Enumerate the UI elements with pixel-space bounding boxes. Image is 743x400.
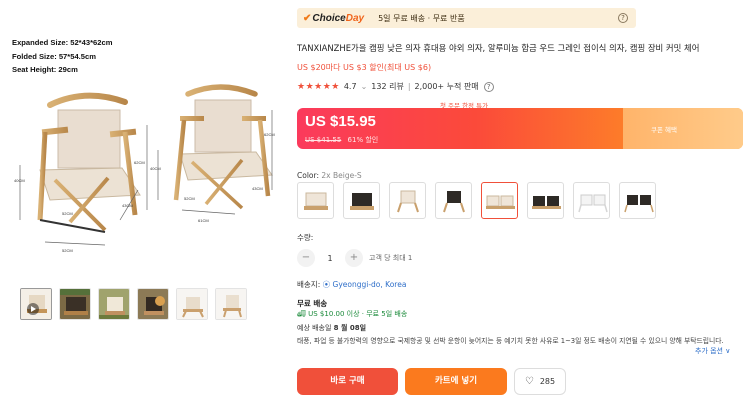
chair-right — [157, 84, 273, 215]
dim-label: 52CM — [62, 248, 73, 253]
color-swatch[interactable] — [297, 182, 334, 219]
wishlist-button[interactable]: ♡ 285 — [514, 368, 566, 395]
free-shipping-text: US $10.00 이상 · 무료 5일 배송 — [308, 310, 408, 318]
color-swatches — [297, 182, 656, 219]
thumbnail-6[interactable] — [215, 288, 247, 320]
thumbnail-video[interactable] — [20, 288, 52, 320]
quantity-minus-button[interactable]: − — [297, 249, 315, 267]
star-rating-icon: ★★★★★ — [297, 81, 340, 92]
current-price: US $15.95 — [305, 113, 376, 130]
more-options-link[interactable]: 추가 옵션 ∨ — [695, 346, 730, 356]
help-icon[interactable]: ? — [618, 13, 628, 23]
discount-percent: 61% 할인 — [347, 136, 379, 144]
quantity-plus-button[interactable]: + — [345, 249, 363, 267]
help-icon[interactable]: ? — [483, 81, 494, 92]
free-shipping-title: 무료 배송 — [297, 299, 328, 308]
rating-score[interactable]: 4.7 — [344, 82, 357, 91]
product-title: TANXIANZHE가을 캠핑 낮은 의자 휴대용 야외 의자, 알루미늄 합금… — [297, 43, 700, 53]
quantity-label: 수량: — [297, 233, 314, 242]
location-pin-icon: ⦿ — [322, 280, 331, 289]
store-promo[interactable]: US $20마다 US $3 할인(최대 US $6) — [297, 62, 431, 73]
choice-day-banner[interactable]: ✔ Choice Day 5일 무료 배송 · 무료 반품 ? — [297, 8, 636, 28]
dim-label: 52CM — [62, 211, 73, 216]
delay-notice: 태풍, 파업 등 불가항력의 영향으로 국제항공 및 선박 운항이 늦어지는 등… — [297, 337, 724, 345]
free-shipping-detail: 🚚︎ US $10.00 이상 · 무료 5일 배송 — [297, 309, 407, 319]
color-label-text: Color: — [297, 171, 319, 180]
arrival-date: 8 월 08일 — [333, 324, 367, 332]
dim-label: 62CM — [264, 132, 275, 137]
wishlist-count: 285 — [539, 377, 556, 386]
original-price-row: US $41.55 61% 할인 — [305, 135, 378, 145]
divider: | — [407, 82, 411, 91]
review-count[interactable]: 132 리뷰 — [371, 81, 404, 92]
quantity-limit: 고객 당 최대 1 — [369, 254, 413, 262]
dim-label: 43CM — [122, 203, 133, 208]
thumbnail-4[interactable] — [137, 288, 169, 320]
choice-day-logo: ✔ Choice Day — [303, 13, 364, 24]
main-product-image[interactable]: 52CM 43CM 62CM 40CM 52CM 61CM 43CM 62CM … — [10, 70, 280, 270]
buy-now-button[interactable]: 바로 구매 — [297, 368, 398, 395]
quantity-stepper: − 1 + 고객 당 최대 1 — [297, 249, 412, 267]
arrival-prefix: 예상 배송일 — [297, 324, 332, 332]
thumbnail-5[interactable] — [176, 288, 208, 320]
thumbnail-strip — [20, 288, 247, 320]
color-swatch[interactable] — [435, 182, 472, 219]
color-swatch-selected[interactable] — [481, 182, 518, 219]
selected-color: 2x Beige-S — [321, 171, 362, 180]
color-swatch[interactable] — [573, 182, 610, 219]
dim-label: 40CM — [150, 166, 161, 171]
choice-benefit-text: 5일 무료 배송 · 무료 반품 — [378, 13, 465, 23]
ship-to-location[interactable]: Gyeonggi-do, Korea — [333, 280, 407, 289]
color-label: Color: 2x Beige-S — [297, 171, 362, 180]
add-to-cart-button[interactable]: 카트에 넣기 — [405, 368, 507, 395]
ship-to-label: 배송지: — [297, 280, 321, 289]
color-swatch[interactable] — [619, 182, 656, 219]
color-swatch[interactable] — [343, 182, 380, 219]
estimated-delivery: 예상 배송일 8 월 08일 — [297, 323, 366, 333]
product-gallery: Expanded Size: 52*43*62cm Folded Size: 5… — [0, 0, 283, 400]
coupon-tab[interactable]: 쿠폰 혜택 — [623, 108, 743, 149]
color-swatch[interactable] — [527, 182, 564, 219]
original-price: US $41.55 — [305, 136, 342, 144]
dim-label: 52CM — [184, 196, 195, 201]
product-info: ✔ Choice Day 5일 무료 배송 · 무료 반품 ? TANXIANZ… — [290, 0, 743, 400]
check-icon: ✔ — [303, 12, 312, 24]
ship-to-row: 배송지: ⦿ Gyeonggi-do, Korea — [297, 279, 406, 290]
price-banner: US $15.95 US $41.55 61% 할인 쿠폰 혜택 — [297, 108, 743, 149]
quantity-value[interactable]: 1 — [315, 254, 345, 263]
truck-icon: 🚚︎ — [297, 310, 306, 318]
thumbnail-3[interactable] — [98, 288, 130, 320]
dim-label: 40CM — [14, 178, 25, 183]
dim-label: 43CM — [252, 186, 263, 191]
heart-icon: ♡ — [524, 376, 534, 387]
choice-logo-part1: Choice — [312, 12, 346, 24]
choice-logo-part2: Day — [345, 12, 365, 24]
spec-folded: Folded Size: 57*54.5cm — [12, 51, 96, 61]
dim-label: 62CM — [134, 160, 145, 165]
color-swatch[interactable] — [389, 182, 426, 219]
sold-count: 2,000+ 누적 판매 — [414, 82, 479, 91]
dim-label: 61CM — [198, 218, 209, 223]
rating-row: ★★★★★ 4.7 ⌄ 132 리뷰 | 2,000+ 누적 판매 ? — [297, 81, 494, 92]
chevron-down-icon[interactable]: ⌄ — [361, 82, 368, 91]
chair-left — [19, 92, 148, 246]
thumbnail-2[interactable] — [59, 288, 91, 320]
spec-expanded: Expanded Size: 52*43*62cm — [12, 38, 113, 47]
